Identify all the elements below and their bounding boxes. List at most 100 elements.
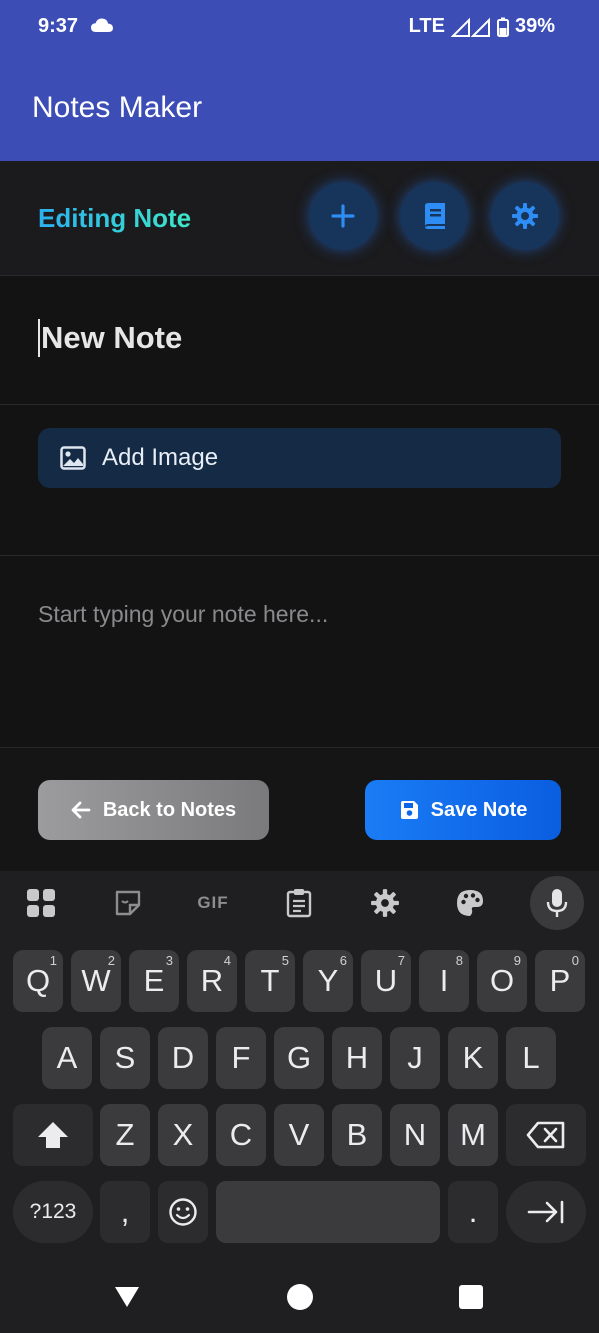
apps-icon[interactable]	[17, 883, 65, 923]
network-label: LTE	[408, 15, 445, 37]
key-f[interactable]: F	[216, 1027, 266, 1089]
editor-header: Editing Note	[0, 161, 599, 276]
new-note-button[interactable]	[309, 182, 377, 250]
battery-icon	[496, 17, 509, 37]
arrow-to-end-icon	[527, 1200, 564, 1224]
key-label: L	[522, 1040, 540, 1075]
key-o[interactable]: O9	[477, 950, 527, 1012]
key-n[interactable]: N	[390, 1104, 440, 1166]
soft-keyboard: G I F Q 1 W 2 E 3 R 4 T 5 Y 6 U 7 I 8 O 9 …	[0, 871, 599, 1262]
key-label: T	[260, 963, 280, 998]
gear-icon	[512, 203, 538, 229]
key-label: F	[231, 1040, 251, 1075]
key-label: M	[460, 1117, 486, 1152]
key-label: U	[374, 963, 398, 998]
key-l[interactable]: L	[506, 1027, 556, 1089]
key-b[interactable]: B	[332, 1104, 382, 1166]
back-to-notes-button[interactable]: Back to Notes	[38, 780, 269, 840]
key-g[interactable]: G	[274, 1027, 324, 1089]
system-nav-bar	[0, 1262, 599, 1333]
note-title-input[interactable]: New Note	[38, 319, 182, 357]
note-body-input[interactable]: Start typing your note here...	[0, 557, 599, 748]
key-hint: 8	[455, 953, 463, 968]
key-label: I	[439, 963, 449, 998]
save-icon	[400, 801, 418, 819]
gif-button[interactable]: GIF	[189, 883, 237, 923]
key-hint: 0	[571, 953, 579, 968]
key-r[interactable]: R4	[187, 950, 237, 1012]
key-w[interactable]: W2	[71, 950, 121, 1012]
key-label: R	[200, 963, 224, 998]
add-image-label: Add Image	[102, 444, 219, 471]
key-j[interactable]: J	[390, 1027, 440, 1089]
back-nav-button[interactable]	[112, 1282, 142, 1312]
save-note-button[interactable]: Save Note	[365, 780, 561, 840]
tab-next-key[interactable]	[506, 1181, 586, 1243]
status-indicators: LTE 39%	[409, 15, 555, 38]
action-bar: Back to Notes Save Note	[0, 749, 599, 871]
circle-home-icon	[287, 1284, 313, 1310]
key-hint: 7	[397, 953, 405, 968]
key-p[interactable]: P0	[535, 950, 585, 1012]
key-t[interactable]: T5	[245, 950, 295, 1012]
key-hint: 5	[281, 953, 289, 968]
key-c[interactable]: C	[216, 1104, 266, 1166]
period-key[interactable]: .	[448, 1181, 498, 1243]
key-label: X	[172, 1117, 194, 1152]
status-time: 9:37	[38, 15, 79, 37]
key-x[interactable]: X	[158, 1104, 208, 1166]
gear-icon[interactable]	[361, 883, 409, 923]
key-d[interactable]: D	[158, 1027, 208, 1089]
key-u[interactable]: U7	[361, 950, 411, 1012]
editing-heading: Editing Note	[38, 203, 192, 233]
key-label: B	[346, 1117, 368, 1152]
notebook-button[interactable]	[400, 182, 468, 250]
triangle-back-icon	[115, 1287, 139, 1307]
key-label: V	[288, 1117, 310, 1152]
key-hint: 3	[165, 953, 173, 968]
space-key[interactable]	[216, 1181, 440, 1243]
recents-nav-button[interactable]	[456, 1282, 486, 1312]
key-label: C	[229, 1117, 253, 1152]
clipboard-icon[interactable]	[275, 883, 323, 923]
app-bar: Notes Maker	[0, 56, 599, 161]
key-s[interactable]: S	[100, 1027, 150, 1089]
backspace-key[interactable]	[506, 1104, 586, 1166]
key-label: N	[403, 1117, 427, 1152]
key-z[interactable]: Z	[100, 1104, 150, 1166]
square-recents-icon	[459, 1285, 483, 1309]
settings-button[interactable]	[491, 182, 559, 250]
sticker-icon[interactable]	[104, 883, 152, 923]
key-y[interactable]: Y6	[303, 950, 353, 1012]
key-label: W	[81, 963, 111, 998]
mic-icon[interactable]	[530, 876, 584, 930]
key-hint: 6	[339, 953, 347, 968]
comma-key[interactable]: ,	[100, 1181, 150, 1243]
key-i[interactable]: I8	[419, 950, 469, 1012]
key-label: K	[462, 1040, 484, 1075]
key-k[interactable]: K	[448, 1027, 498, 1089]
emoji-key[interactable]	[158, 1181, 208, 1243]
back-to-notes-label: Back to Notes	[102, 798, 237, 821]
image-section: Add Image	[0, 406, 599, 556]
keyboard-toolbar: GIF	[0, 871, 599, 939]
key-hint: 2	[107, 953, 115, 968]
key-h[interactable]: H	[332, 1027, 382, 1089]
key-e[interactable]: E3	[129, 950, 179, 1012]
home-nav-button[interactable]	[285, 1282, 315, 1312]
key-v[interactable]: V	[274, 1104, 324, 1166]
key-q[interactable]: Q1	[13, 950, 63, 1012]
battery-level: 39%	[514, 15, 555, 37]
key-label: ?123	[29, 1200, 77, 1223]
key-label: S	[114, 1040, 136, 1075]
key-a[interactable]: A	[42, 1027, 92, 1089]
key-label: P	[549, 963, 571, 998]
symbols-key[interactable]: ?123	[13, 1181, 93, 1243]
shift-key[interactable]	[13, 1104, 93, 1166]
image-icon	[60, 446, 86, 470]
key-m[interactable]: M	[448, 1104, 498, 1166]
add-image-button[interactable]: Add Image	[38, 428, 561, 488]
backspace-icon	[526, 1121, 565, 1149]
key-label: O	[489, 963, 515, 998]
palette-icon[interactable]	[446, 883, 494, 923]
